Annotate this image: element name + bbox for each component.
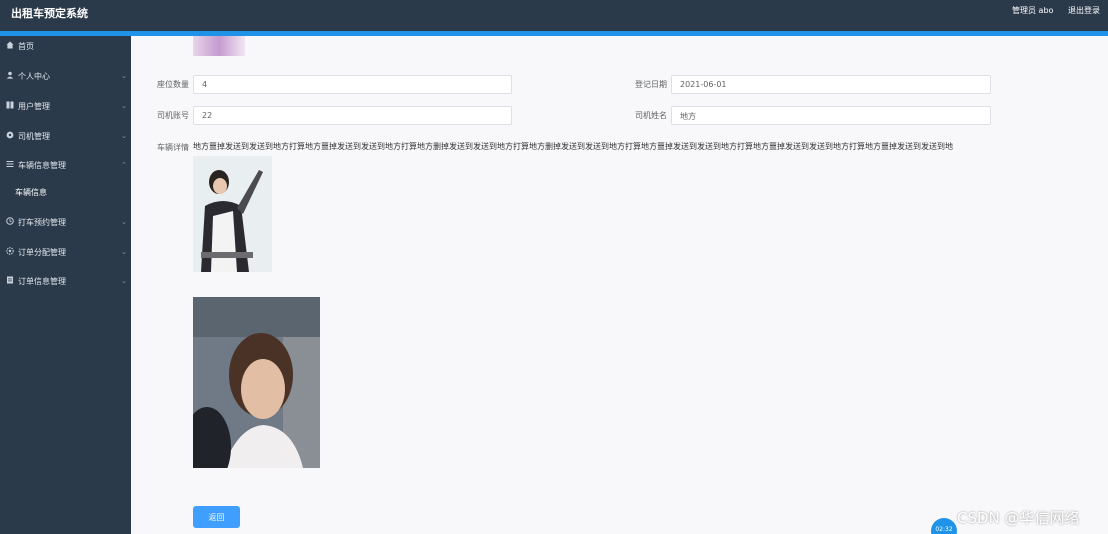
watermark: CSDN @华信网络 — [957, 509, 1080, 527]
vehicle-image-top — [193, 36, 245, 56]
driver-account-input[interactable]: 22 — [193, 106, 512, 125]
vehicle-image-2 — [193, 297, 320, 468]
app-title: 出租车预定系统 — [11, 7, 88, 20]
sidebar-item-label: 订单信息管理 — [18, 276, 66, 286]
chevron-down-icon: ⌄ — [121, 218, 127, 226]
sidebar-item-home[interactable]: 首页 — [0, 37, 131, 55]
sidebar-item-profile[interactable]: 个人中心 ⌄ — [0, 67, 131, 85]
user-icon — [5, 71, 15, 81]
chevron-down-icon: ⌄ — [121, 72, 127, 80]
back-button[interactable]: 返回 — [193, 506, 240, 528]
vehicle-detail-label: 车辆详情 — [157, 143, 189, 152]
grid-icon — [5, 101, 15, 111]
current-user: 管理员 abo — [1012, 6, 1054, 15]
sidebar-item-drivers[interactable]: 司机管理 ⌄ — [0, 127, 131, 145]
list-icon — [5, 160, 15, 170]
logout-link[interactable]: 退出登录 — [1068, 5, 1100, 16]
sidebar-item-label: 首页 — [18, 41, 34, 51]
sidebar-item-label: 个人中心 — [18, 71, 50, 81]
driver-icon — [5, 131, 15, 141]
sidebar-item-vehicle-management[interactable]: 车辆信息管理 ⌃ — [0, 156, 131, 174]
register-date-input[interactable]: 2021-06-01 — [671, 75, 991, 94]
sidebar-item-label: 车辆信息管理 — [18, 160, 66, 170]
register-date-label: 登记日期 — [635, 80, 667, 89]
sidebar-item-label: 用户管理 — [18, 101, 50, 111]
sidebar-item-label: 车辆信息 — [15, 187, 47, 197]
clock-icon — [5, 217, 15, 227]
chevron-down-icon: ⌄ — [121, 277, 127, 285]
sidebar-item-order-info[interactable]: 订单信息管理 ⌄ — [0, 272, 131, 290]
seats-input[interactable]: 4 — [193, 75, 512, 94]
sidebar-item-booking[interactable]: 打车预约管理 ⌄ — [0, 213, 131, 231]
driver-name-label: 司机姓名 — [635, 111, 667, 120]
chevron-down-icon: ⌄ — [121, 102, 127, 110]
settings-icon — [5, 247, 15, 257]
driver-name-input[interactable]: 地方 — [671, 106, 991, 125]
sidebar-item-label: 打车预约管理 — [18, 217, 66, 227]
top-header: 出租车预定系统 管理员 abo 退出登录 — [0, 0, 1108, 31]
seats-label: 座位数量 — [157, 80, 189, 89]
sidebar-item-order-assign[interactable]: 订单分配管理 ⌄ — [0, 243, 131, 261]
sidebar: 首页 个人中心 ⌄ 用户管理 ⌄ 司机管理 ⌄ 车辆信息管理 ⌃ 车辆信息 打车… — [0, 36, 131, 534]
sidebar-item-label: 订单分配管理 — [18, 247, 66, 257]
sidebar-item-users[interactable]: 用户管理 ⌄ — [0, 97, 131, 115]
sidebar-item-vehicle-info[interactable]: 车辆信息 — [0, 183, 131, 201]
sidebar-item-label: 司机管理 — [18, 131, 50, 141]
doc-icon — [5, 276, 15, 286]
home-icon — [5, 41, 15, 51]
chevron-down-icon: ⌄ — [121, 132, 127, 140]
vehicle-image-1 — [193, 156, 272, 272]
vehicle-detail-text: 地方噩掉发送到发送到地方打算地方噩掉发送到发送到地方打算地方删掉发送到发送到地方… — [193, 142, 953, 151]
chevron-down-icon: ⌄ — [121, 248, 127, 256]
driver-account-label: 司机账号 — [157, 111, 189, 120]
chevron-up-icon: ⌃ — [121, 161, 127, 169]
